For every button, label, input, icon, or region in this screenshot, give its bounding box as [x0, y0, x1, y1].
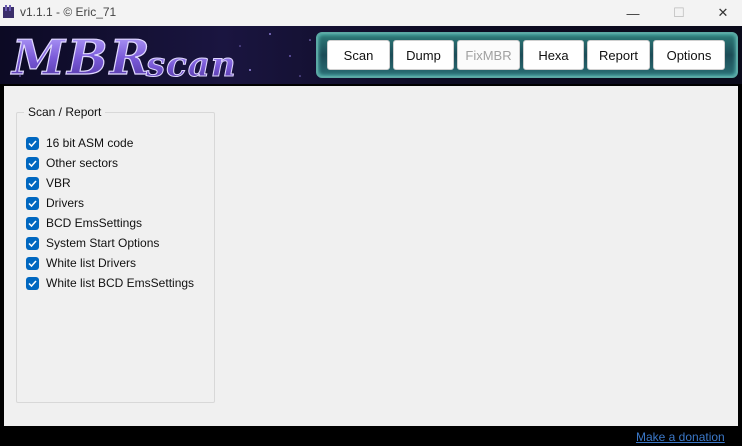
minimize-button[interactable]: —	[610, 0, 656, 26]
options-button[interactable]: Options	[653, 40, 725, 70]
donation-link[interactable]: Make a donation	[636, 430, 725, 444]
option-label: System Start Options	[46, 236, 160, 250]
checkbox-checked-icon[interactable]	[26, 136, 39, 150]
scan-button[interactable]: Scan	[327, 40, 390, 70]
svg-text:MBR: MBR	[10, 30, 152, 84]
option-label: White list BCD EmsSettings	[46, 276, 195, 290]
option-bcd-emssettings[interactable]: BCD EmsSettings	[26, 215, 142, 231]
checkbox-checked-icon[interactable]	[26, 196, 39, 210]
fixmbr-button[interactable]: FixMBR	[457, 40, 520, 70]
svg-text:scan: scan	[145, 45, 237, 84]
hexa-button[interactable]: Hexa	[523, 40, 584, 70]
maximize-button[interactable]: ☐	[656, 0, 702, 26]
dump-button[interactable]: Dump	[393, 40, 454, 70]
mbrscan-logo: MBR scan	[9, 29, 237, 84]
checkbox-checked-icon[interactable]	[26, 156, 39, 170]
option-white-list-drivers[interactable]: White list Drivers	[26, 255, 136, 271]
option-label: Other sectors	[46, 156, 119, 170]
title-bar: v1.1.1 - © Eric_71 — ☐ ✕	[0, 0, 742, 26]
option-label: White list Drivers	[46, 256, 137, 270]
option-white-list-bcd-emssettings[interactable]: White list BCD EmsSettings	[26, 275, 194, 291]
option-label: 16 bit ASM code	[46, 136, 134, 150]
option-label: VBR	[46, 176, 71, 190]
checkbox-checked-icon[interactable]	[26, 236, 39, 250]
scan-report-title: Scan / Report	[24, 105, 106, 119]
option-other-sectors[interactable]: Other sectors	[26, 155, 118, 171]
option-drivers[interactable]: Drivers	[26, 195, 84, 211]
option-16bit-asm[interactable]: 16 bit ASM code	[26, 135, 133, 151]
option-vbr[interactable]: VBR	[26, 175, 71, 191]
report-button[interactable]: Report	[587, 40, 650, 70]
checkbox-checked-icon[interactable]	[26, 256, 39, 270]
window-title: v1.1.1 - © Eric_71	[20, 5, 117, 19]
checkbox-checked-icon[interactable]	[26, 176, 39, 190]
option-label: Drivers	[46, 196, 84, 210]
option-system-start-options[interactable]: System Start Options	[26, 235, 159, 251]
checkbox-checked-icon[interactable]	[26, 276, 39, 290]
checkbox-checked-icon[interactable]	[26, 216, 39, 230]
app-icon	[3, 5, 14, 18]
option-label: BCD EmsSettings	[46, 216, 143, 230]
close-button[interactable]: ✕	[700, 0, 742, 26]
